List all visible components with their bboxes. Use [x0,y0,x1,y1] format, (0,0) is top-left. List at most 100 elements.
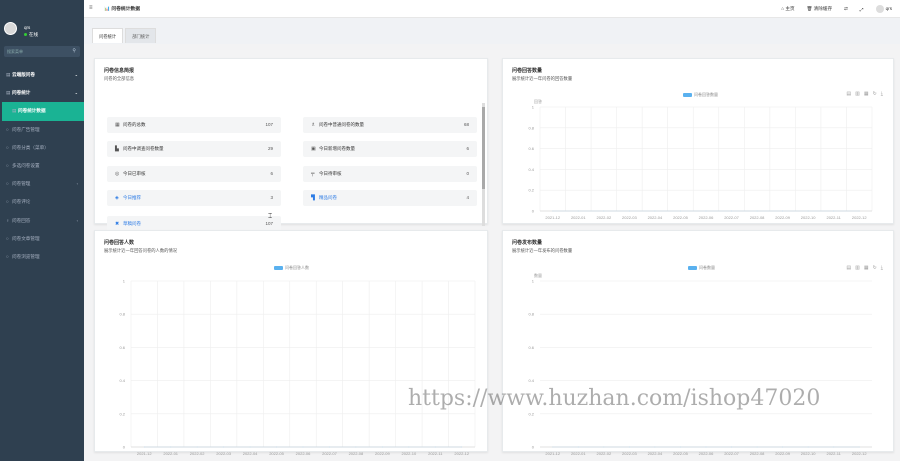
y-tick-label: 0.4 [528,378,534,383]
sidebar-menu: ▤ 云端版问卷 ⌄ ▤ 问卷统计 ⌄ ▤ 问卷统计数据 ○ 问卷广告管理 ○ 问卷分类（菜单） ○ 多选问… [0,66,84,266]
sidebar-item[interactable]: ○ 问卷评论 [0,193,84,211]
data-point [807,446,809,448]
translate-icon[interactable]: ⇄ [844,6,848,12]
y-tick-label: 0.6 [528,146,534,151]
user-menu[interactable]: qrs [875,5,892,13]
menu-search-input[interactable]: 搜索菜单 ⚲ [4,46,80,57]
data-point [731,210,732,212]
top-navbar: ≡ 📊 问卷统计数据 ⌂ 主页 🗑 清除缓存 ⇄ ⤢ qrs [84,0,900,18]
chart-publish-count: 数量 0 0.2 0.4 0.6 0.8 1 2021-12 2022-01 2022-02 202… [528,272,872,456]
page-tab[interactable]: 📊 问卷统计数据 [104,5,140,12]
data-point [170,446,172,448]
avatar[interactable] [4,22,17,35]
x-tick-label: 2021-12 [137,451,152,456]
y-tick-label: 0.8 [119,312,125,317]
data-point [302,446,304,448]
y-tick-label: 0.2 [119,411,125,416]
chevron-icon: ⌄ [74,90,78,96]
sidebar-item-label: 问卷回答 [12,217,31,223]
x-tick-label: 2022-04 [648,451,663,456]
clear-cache-link[interactable]: 🗑 清除缓存 [807,6,833,12]
sidebar-item-label: 问卷分类（菜单） [12,144,49,150]
stat-label: 精品问卷 [319,195,337,200]
sidebar-item[interactable]: ○ 问卷分类（菜单） [0,139,84,157]
data-point [552,446,554,448]
stat-card[interactable]: ◎ 今日已审核 6 [107,166,281,182]
data-point [355,446,357,448]
sidebar-item-label: 问卷浏览管理 [12,253,40,259]
stat-card[interactable]: ▦ 问卷的总数 107 [107,117,281,133]
stat-card[interactable]: ╤ 今日待审核 0 [303,166,477,182]
stat-card[interactable]: ▣ 今日新增问卷数量 6 [303,141,477,157]
y-axis-label: 回答 [534,98,542,104]
sidebar-item[interactable]: ○ 问卷管理 ‹ [0,175,84,193]
y-tick-label: 0.6 [119,345,125,350]
trash-icon: 🗑 [806,6,814,11]
search-icon[interactable]: ⚲ [72,48,76,54]
navbar-actions: ⌂ 主页 🗑 清除缓存 ⇄ ⤢ qrs [781,5,892,13]
sidebar-item[interactable]: ○ 问卷浏览管理 [0,248,84,266]
y-tick-label: 0 [123,445,126,450]
sidebar-item-label: 问卷管理 [12,181,31,187]
chevron-icon: ‹ [76,181,78,187]
stat-label: 今日待审核 [319,171,342,176]
stat-value: 68 [463,122,469,127]
chart-title: 问卷回答人数 [104,240,135,246]
x-tick-label: 2022-01 [163,451,178,456]
stat-card[interactable]: ♗ 问卷中普通问卷的数量 68 [303,117,477,133]
x-tick-label: 2022-03 [622,451,637,456]
sidebar-item[interactable]: ○ 问卷广告管理 [0,121,84,139]
home-label: 主页 [785,6,795,11]
user-status: 在线 [24,32,38,38]
sidebar-item[interactable]: ▤ 问卷统计 ⌄ [0,84,84,102]
stat-card[interactable]: ◈ 今日推荐 3 [107,190,281,206]
x-tick-label: 2022-09 [775,215,790,220]
user-avatar [875,5,884,13]
sidebar-item[interactable]: ○ 问卷文章管理 [0,230,84,248]
x-tick-label: 2022-04 [243,451,258,456]
stat-value: 0 [466,171,469,176]
stat-value: 107 [265,122,273,127]
stat-icon: ◈ [115,195,119,201]
y-axis-label: 数量 [534,272,542,278]
info-panel-scrollbar[interactable] [482,103,485,226]
stat-value: 29 [267,146,273,151]
sidebar-item[interactable]: ○ 多选问卷设置 [0,157,84,175]
stat-label: 问卷中普通问卷的数量 [319,122,364,127]
chart-title: 问卷发布数量 [512,240,543,246]
data-point [731,446,732,448]
tab-item[interactable]: 部门统计 [125,28,157,43]
y-tick-label: 1 [532,105,535,110]
stat-icon: ▜ [311,195,315,201]
fullscreen-icon[interactable]: ⤢ [860,7,864,12]
menu-toggle-icon[interactable]: ≡ [89,5,93,11]
chart-answer-count: 回答 0 0.2 0.4 0.6 0.8 1 2021-12 2022-01 2022-02 202… [528,98,873,220]
sidebar-item[interactable]: ♀ 问卷回答 ‹ [0,212,84,230]
data-point [833,446,835,448]
stat-card[interactable]: ▙ 问卷中调查问卷数量 29 [107,141,281,157]
x-tick-label: 2022-12 [852,215,867,220]
sidebar-item[interactable]: ▤ 问卷统计数据 [2,102,84,121]
tab-item[interactable]: 问卷统计 [92,28,124,43]
data-point [654,210,656,212]
stat-icon: ╤ [311,171,315,177]
stat-label: 问卷中调查问卷数量 [123,146,164,151]
stat-label: 问卷的总数 [123,122,146,127]
stat-icon: ▙ [115,146,119,152]
user-panel: qrs 在线 [0,0,84,42]
sidebar-item[interactable]: ▤ 云端版问卷 ⌄ [0,66,84,84]
x-tick-label: 2022-08 [750,451,765,456]
scrollbar-thumb[interactable] [482,107,485,189]
data-point [628,446,630,448]
y-tick-label: 0.2 [528,188,534,193]
data-point [143,446,145,448]
home-link[interactable]: ⌂ 主页 [781,6,794,12]
stat-icon: ✖ [115,221,120,227]
user-menu-label: qrs [885,6,892,12]
data-point [705,446,707,448]
x-tick-label: 2022-06 [296,451,311,456]
x-tick-label: 2021-12 [545,451,560,456]
x-tick-label: 2022-11 [428,451,443,456]
stat-card[interactable]: ▜ 精品问卷 4 [303,190,477,206]
data-point [705,210,707,212]
